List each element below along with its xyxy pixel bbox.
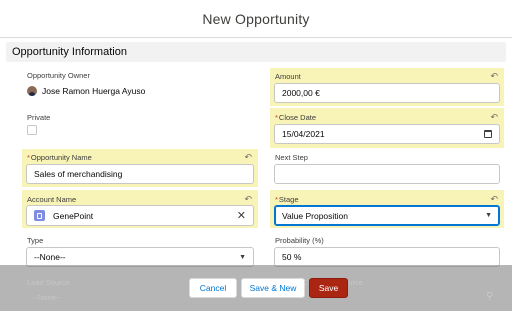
undo-icon[interactable]: ↶ [244, 194, 252, 204]
type-label: Type [27, 236, 44, 245]
close-date-label: *Close Date [275, 113, 316, 122]
stage-value: Value Proposition [282, 210, 348, 221]
account-name-lookup[interactable]: GenePoint ✕ [26, 205, 254, 226]
probability-input[interactable]: 50 % [274, 247, 500, 267]
field-close-date: *Close Date ↶ 15/04/2021 [270, 108, 504, 148]
account-name-value: GenePoint [53, 210, 94, 221]
modal-title: New Opportunity [202, 10, 310, 27]
type-value: --None-- [34, 252, 66, 262]
undo-icon[interactable]: ↶ [490, 112, 498, 122]
undo-icon[interactable]: ↶ [490, 71, 498, 81]
save-and-new-button[interactable]: Save & New [241, 278, 305, 298]
calendar-icon[interactable] [484, 130, 492, 138]
account-icon [34, 210, 45, 221]
field-probability: Probability (%) 50 % [270, 233, 504, 269]
opportunity-name-input[interactable]: Sales of merchandising [26, 164, 254, 184]
opportunity-name-label: *Opportunity Name [27, 153, 92, 162]
close-date-value: 15/04/2021 [282, 129, 325, 139]
chevron-down-icon: ▼ [485, 212, 492, 219]
private-label: Private [27, 113, 51, 122]
field-account-name: Account Name ↶ GenePoint ✕ [22, 190, 258, 228]
amount-input[interactable]: 2000,00 € [274, 83, 500, 103]
required-marker: * [27, 153, 30, 162]
opportunity-name-value: Sales of merchandising [34, 169, 123, 179]
search-icon: ⚲ [486, 291, 494, 302]
field-type: Type --None-- ▼ [22, 233, 258, 269]
section-title: Opportunity Information [12, 46, 127, 58]
modal-header: New Opportunity [0, 0, 512, 38]
probability-label: Probability (%) [275, 236, 324, 245]
stage-select[interactable]: Value Proposition ▼ [274, 205, 500, 226]
next-step-input[interactable] [274, 164, 500, 184]
section-header-opportunity-information[interactable]: Opportunity Information [6, 42, 506, 62]
field-amount: Amount ↶ 2000,00 € [270, 68, 504, 106]
undo-icon[interactable]: ↶ [244, 152, 252, 162]
field-opportunity-name: *Opportunity Name ↶ Sales of merchandisi… [22, 149, 258, 187]
field-private: Private [22, 110, 258, 140]
cancel-button[interactable]: Cancel [189, 278, 237, 298]
lead-source-value: --None-- [33, 293, 61, 302]
type-select[interactable]: --None-- ▼ [26, 247, 254, 267]
owner-avatar [27, 86, 37, 96]
private-checkbox[interactable] [27, 125, 37, 135]
opportunity-owner-value[interactable]: Jose Ramon Huerga Ayuso [42, 86, 145, 96]
amount-label: Amount [275, 72, 301, 81]
stage-label: *Stage [275, 195, 299, 204]
close-date-input[interactable]: 15/04/2021 [274, 124, 500, 144]
required-marker: * [275, 195, 278, 204]
stage-label-text: Stage [278, 195, 299, 204]
field-stage: *Stage ↶ Value Proposition ▼ [270, 190, 504, 228]
lead-source-label: Lead Source [27, 278, 70, 287]
field-next-step: Next Step [270, 150, 504, 186]
save-button[interactable]: Save [309, 278, 348, 298]
chevron-down-icon: ▼ [239, 253, 246, 261]
probability-value: 50 % [282, 252, 302, 262]
field-opportunity-owner: Opportunity Owner Jose Ramon Huerga Ayus… [22, 68, 258, 102]
amount-value: 2000,00 € [282, 88, 320, 98]
opportunity-name-label-text: Opportunity Name [30, 153, 92, 162]
clear-icon[interactable]: ✕ [237, 209, 246, 222]
opportunity-owner-label: Opportunity Owner [27, 71, 90, 80]
undo-icon[interactable]: ↶ [490, 194, 498, 204]
account-name-label: Account Name [27, 195, 77, 204]
required-marker: * [275, 113, 278, 122]
next-step-label: Next Step [275, 153, 308, 162]
close-date-label-text: Close Date [278, 113, 317, 122]
